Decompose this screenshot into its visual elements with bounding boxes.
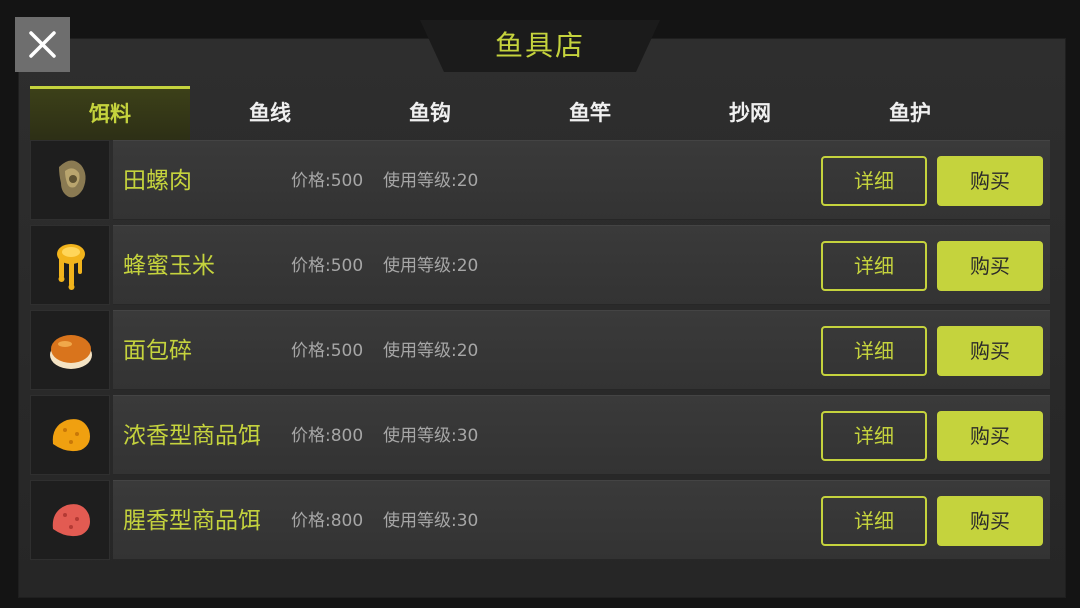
fishing-shop-screen: 鱼具店 饵料 鱼线 鱼钩 鱼竿 抄网 鱼护 田螺肉 价格:500 使用等级:20…: [0, 0, 1080, 608]
buy-button[interactable]: 购买: [937, 326, 1043, 376]
shop-title: 鱼具店: [494, 29, 585, 62]
list-item: 腥香型商品饵 价格:800 使用等级:30 详细 购买: [30, 480, 1050, 565]
item-level: 使用等级:20: [383, 171, 479, 191]
honey-corn-icon: [57, 244, 85, 290]
detail-button[interactable]: 详细: [821, 496, 927, 546]
strong-scent-bait-icon: [52, 419, 90, 452]
item-icon-cell: [30, 310, 110, 390]
list-item: 浓香型商品饵 价格:800 使用等级:30 详细 购买: [30, 395, 1050, 480]
item-price: 价格:500: [291, 171, 364, 191]
list-item: 田螺肉 价格:500 使用等级:20 详细 购买: [30, 140, 1050, 225]
item-list[interactable]: 田螺肉 价格:500 使用等级:20 详细 购买 蜂蜜玉米 价格:500 使用等…: [30, 140, 1050, 575]
item-level: 使用等级:20: [383, 341, 479, 361]
snail-meat-icon: [59, 160, 86, 198]
tab-fishing-line[interactable]: 鱼线: [190, 86, 350, 140]
detail-button[interactable]: 详细: [821, 326, 927, 376]
item-info: 腥香型商品饵 价格:800 使用等级:30 详细 购买: [113, 480, 1050, 560]
buy-button[interactable]: 购买: [937, 156, 1043, 206]
close-button[interactable]: [15, 17, 70, 72]
tab-fish-keeper[interactable]: 鱼护: [830, 86, 990, 140]
item-price: 价格:500: [291, 341, 364, 361]
bread-crumbs-icon: [50, 335, 92, 369]
item-info: 田螺肉 价格:500 使用等级:20 详细 购买: [113, 140, 1050, 220]
item-name: 蜂蜜玉米: [123, 253, 215, 279]
detail-button[interactable]: 详细: [821, 156, 927, 206]
buy-button[interactable]: 购买: [937, 241, 1043, 291]
item-name: 浓香型商品饵: [123, 423, 261, 449]
list-item: 蜂蜜玉米 价格:500 使用等级:20 详细 购买: [30, 225, 1050, 310]
detail-button[interactable]: 详细: [821, 411, 927, 461]
item-level: 使用等级:30: [383, 511, 479, 531]
item-price: 价格:800: [291, 511, 364, 531]
close-icon: [29, 31, 56, 58]
category-tabs: 饵料 鱼线 鱼钩 鱼竿 抄网 鱼护: [30, 86, 1050, 140]
item-icon-cell: [30, 480, 110, 560]
item-info: 浓香型商品饵 价格:800 使用等级:30 详细 购买: [113, 395, 1050, 475]
tab-rod[interactable]: 鱼竿: [510, 86, 670, 140]
detail-button[interactable]: 详细: [821, 241, 927, 291]
item-icon-cell: [30, 395, 110, 475]
tab-landing-net[interactable]: 抄网: [670, 86, 830, 140]
item-name: 田螺肉: [123, 168, 192, 194]
buy-button[interactable]: 购买: [937, 496, 1043, 546]
tab-bait[interactable]: 饵料: [30, 86, 190, 140]
item-name: 腥香型商品饵: [123, 508, 261, 534]
tab-hook[interactable]: 鱼钩: [350, 86, 510, 140]
item-info: 面包碎 价格:500 使用等级:20 详细 购买: [113, 310, 1050, 390]
item-level: 使用等级:20: [383, 256, 479, 276]
item-price: 价格:500: [291, 256, 364, 276]
item-price: 价格:800: [291, 426, 364, 446]
item-info: 蜂蜜玉米 价格:500 使用等级:20 详细 购买: [113, 225, 1050, 305]
item-list-scroll: 田螺肉 价格:500 使用等级:20 详细 购买 蜂蜜玉米 价格:500 使用等…: [30, 140, 1050, 565]
item-icon-cell: [30, 225, 110, 305]
item-icon-cell: [30, 140, 110, 220]
buy-button[interactable]: 购买: [937, 411, 1043, 461]
item-level: 使用等级:30: [383, 426, 479, 446]
list-item: 面包碎 价格:500 使用等级:20 详细 购买: [30, 310, 1050, 395]
fishy-scent-bait-icon: [52, 504, 90, 537]
item-name: 面包碎: [123, 338, 192, 364]
